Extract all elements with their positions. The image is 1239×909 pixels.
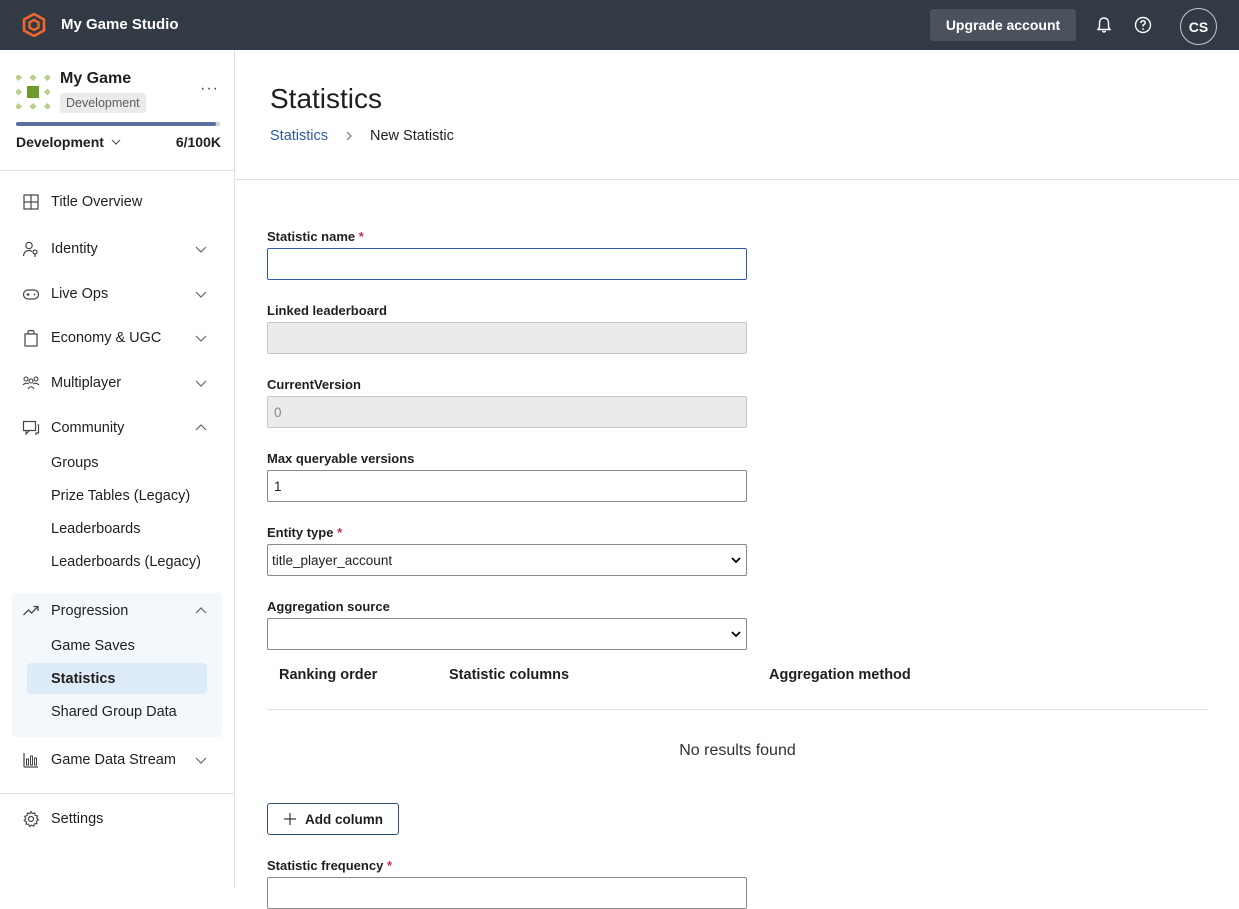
- sidebar-item-settings[interactable]: Settings: [12, 802, 222, 836]
- required-mark: *: [386, 858, 393, 873]
- sidebar-subitem-game-saves[interactable]: Game Saves: [27, 630, 207, 661]
- environment-label: Development: [16, 134, 104, 150]
- max-queryable-versions-input[interactable]: 1: [267, 470, 747, 502]
- sidebar-item-label: Progression: [51, 603, 129, 619]
- sidebar-item-label: Game Data Stream: [51, 752, 176, 768]
- shopping-bag-icon: [24, 329, 38, 347]
- chevron-down-icon: [195, 335, 207, 342]
- chat-icon: [22, 420, 40, 436]
- aggregation-source-select[interactable]: [267, 618, 747, 650]
- chevron-down-icon: [195, 380, 207, 387]
- sidebar-item-label: Live Ops: [51, 286, 109, 302]
- sidebar-item-label: Economy & UGC: [51, 330, 162, 346]
- gear-icon: [23, 810, 40, 828]
- current-version-label: CurrentVersion: [267, 377, 361, 392]
- breadcrumb-link-statistics[interactable]: Statistics: [270, 128, 328, 144]
- sidebar-divider: [0, 793, 234, 794]
- linked-leaderboard-field: [267, 322, 747, 354]
- chevron-down-icon: [195, 757, 207, 764]
- entity-type-label-text: Entity type: [267, 525, 334, 540]
- statistic-frequency-select[interactable]: [267, 877, 747, 909]
- top-bar: My Game Studio Upgrade account CS: [0, 0, 1239, 50]
- chevron-up-icon: [195, 607, 207, 614]
- add-column-label: Add column: [305, 811, 383, 827]
- usage-bar-fill: [16, 122, 216, 126]
- sidebar-item-game-data-stream[interactable]: Game Data Stream: [12, 743, 222, 777]
- statistic-name-label: Statistic name *: [267, 229, 364, 244]
- chevron-down-icon: [195, 291, 207, 298]
- column-header-aggregation-method[interactable]: Aggregation method: [769, 667, 911, 683]
- sidebar-item-multiplayer[interactable]: Multiplayer: [12, 366, 222, 400]
- entity-type-value: title_player_account: [272, 552, 393, 568]
- column-header-statistic-columns[interactable]: Statistic columns: [449, 667, 569, 683]
- statistic-name-input[interactable]: [267, 248, 747, 280]
- column-header-ranking-order[interactable]: Ranking order: [279, 667, 377, 683]
- required-mark: *: [337, 525, 343, 540]
- upgrade-account-button[interactable]: Upgrade account: [930, 9, 1076, 41]
- bell-icon[interactable]: [1094, 15, 1114, 35]
- add-column-button[interactable]: Add column: [267, 803, 399, 835]
- user-avatar[interactable]: CS: [1180, 8, 1217, 45]
- max-queryable-versions-label: Max queryable versions: [267, 451, 415, 466]
- chevron-up-icon: [195, 424, 207, 431]
- sidebar-subitem-leaderboards-legacy[interactable]: Leaderboards (Legacy): [27, 546, 207, 577]
- entity-type-label: Entity type *: [267, 525, 342, 540]
- statistic-frequency-label-text: Statistic frequency: [267, 858, 384, 873]
- chevron-down-icon: [731, 631, 741, 638]
- main-content: Statistics Statistics New Statistic Stat…: [235, 50, 1239, 909]
- more-options-icon[interactable]: ···: [200, 80, 219, 98]
- sidebar-item-identity[interactable]: Identity: [12, 232, 222, 266]
- statistic-name-label-text: Statistic name: [267, 229, 356, 244]
- usage-count: 6/100K: [175, 134, 221, 150]
- environment-badge: Development: [60, 93, 146, 113]
- sidebar-item-title-overview[interactable]: Title Overview: [12, 185, 222, 219]
- statistic-frequency-label: Statistic frequency *: [267, 858, 392, 873]
- entity-type-select[interactable]: title_player_account: [267, 544, 747, 576]
- sidebar-item-label: Title Overview: [51, 194, 143, 210]
- help-icon[interactable]: [1133, 15, 1153, 35]
- chevron-right-icon: [346, 131, 352, 141]
- app-title[interactable]: My Game Studio: [61, 16, 179, 33]
- bar-chart-icon: [23, 753, 38, 768]
- trending-icon: [23, 605, 39, 616]
- table-divider: [267, 709, 1208, 710]
- plus-icon: [284, 813, 296, 825]
- breadcrumb: Statistics New Statistic: [270, 128, 454, 144]
- environment-selector[interactable]: Development: [16, 134, 122, 150]
- page-title: Statistics: [270, 83, 383, 114]
- sidebar-subitem-leaderboards[interactable]: Leaderboards: [27, 513, 207, 544]
- game-name[interactable]: My Game: [60, 70, 131, 88]
- sidebar-item-label: Settings: [51, 811, 104, 827]
- chevron-down-icon: [731, 557, 741, 564]
- linked-leaderboard-label: Linked leaderboard: [267, 303, 387, 318]
- sidebar-subitem-groups[interactable]: Groups: [27, 447, 207, 478]
- person-key-icon: [22, 241, 38, 257]
- sidebar-item-community[interactable]: Community: [12, 411, 222, 445]
- sidebar-subitem-shared-group-data[interactable]: Shared Group Data: [27, 696, 207, 727]
- sidebar-item-progression[interactable]: Progression: [12, 594, 222, 628]
- sidebar-divider: [0, 170, 234, 171]
- aggregation-source-label: Aggregation source: [267, 599, 390, 614]
- sidebar-item-economy-ugc[interactable]: Economy & UGC: [12, 321, 222, 355]
- chevron-down-icon: [195, 246, 207, 253]
- sidebar: My Game Development ··· Development 6/10…: [0, 50, 235, 888]
- sidebar-subitem-prize-tables-legacy[interactable]: Prize Tables (Legacy): [27, 480, 207, 511]
- usage-bar: [16, 122, 220, 126]
- sidebar-item-label: Multiplayer: [51, 375, 122, 391]
- breadcrumb-current: New Statistic: [370, 128, 454, 144]
- grid-icon: [23, 194, 39, 210]
- sidebar-item-label: Community: [51, 420, 125, 436]
- current-version-field: 0: [267, 396, 747, 428]
- sidebar-item-label: Identity: [51, 241, 98, 257]
- chevron-down-icon: [111, 139, 121, 145]
- sidebar-subitem-statistics[interactable]: Statistics: [27, 663, 207, 694]
- people-icon: [22, 376, 40, 390]
- gamepad-icon: [22, 289, 40, 300]
- sidebar-item-live-ops[interactable]: Live Ops: [12, 277, 222, 311]
- game-icon: [16, 75, 50, 109]
- required-mark: *: [358, 229, 364, 244]
- empty-state-text: No results found: [679, 742, 796, 759]
- studio-logo-icon[interactable]: [22, 13, 46, 37]
- header-divider: [235, 179, 1239, 180]
